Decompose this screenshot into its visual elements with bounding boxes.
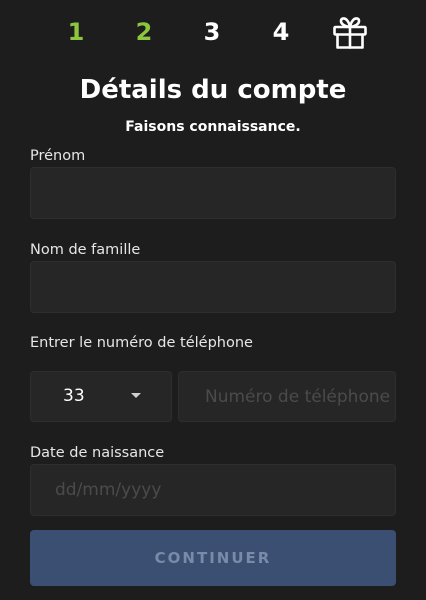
first-name-field (30, 167, 396, 219)
country-code-value: 33 (63, 386, 85, 406)
step-2: 2 (135, 18, 153, 46)
progress-stepper: 1 2 3 4 (0, 14, 426, 50)
birth-date-input[interactable] (31, 465, 395, 515)
phone-input[interactable] (179, 372, 395, 421)
step-3: 3 (203, 18, 221, 46)
birth-date-field (30, 464, 396, 516)
last-name-label: Nom de famille (30, 242, 141, 258)
gift-icon (333, 17, 367, 49)
country-code-select[interactable]: 33 (30, 371, 172, 422)
phone-field (178, 371, 396, 422)
page-subtitle: Faisons connaissance. (125, 119, 301, 135)
last-name-input[interactable] (31, 262, 395, 312)
page-title: Détails du compte (79, 75, 347, 105)
first-name-label: Prénom (30, 148, 86, 164)
step-1: 1 (67, 18, 85, 46)
last-name-field (30, 261, 396, 313)
phone-label: Entrer le numéro de téléphone (30, 335, 253, 351)
birth-date-label: Date de naissance (30, 445, 165, 461)
step-4: 4 (272, 18, 290, 46)
caret-down-icon (131, 393, 141, 398)
continue-button[interactable]: CONTINUER (30, 530, 396, 586)
first-name-input[interactable] (31, 168, 395, 218)
